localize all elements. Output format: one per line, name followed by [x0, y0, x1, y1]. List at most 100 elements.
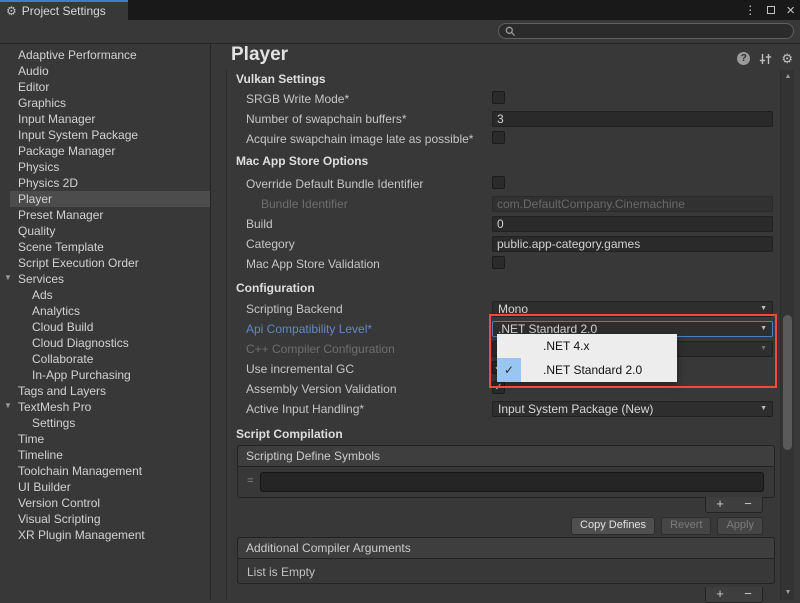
foldout-open-icon[interactable]: ▼ [4, 402, 12, 410]
assembly-version-validation-checkbox[interactable]: ✓ [492, 381, 505, 394]
section-title: Vulkan Settings [236, 72, 326, 86]
maximize-icon[interactable] [767, 6, 775, 14]
additional-compiler-arguments-list: Additional Compiler Arguments List is Em… [237, 537, 775, 584]
close-icon[interactable]: × [786, 3, 795, 18]
search-box[interactable] [498, 23, 794, 39]
field-label: Mac App Store Validation [246, 257, 380, 271]
row-bundle-identifier: Bundle Identifier com.DefaultCompany.Cin… [211, 196, 776, 213]
sidebar-item-analytics[interactable]: Analytics [0, 303, 210, 319]
sidebar-item-audio[interactable]: Audio [0, 63, 210, 79]
sidebar-item-collaborate[interactable]: Collaborate [0, 351, 210, 367]
define-symbols-list-footer: + − [705, 497, 763, 513]
compiler-arguments-list-footer: + − [705, 587, 763, 603]
window-menu-icon[interactable]: ⋮ [744, 3, 756, 17]
sidebar-item-script-execution-order[interactable]: Script Execution Order [0, 255, 210, 271]
build-field[interactable]: 0 [492, 216, 773, 232]
define-symbols-buttons: Copy Defines Revert Apply [571, 517, 763, 535]
section-title: Configuration [236, 281, 315, 295]
gear-icon[interactable]: ⚙ [781, 52, 793, 65]
field-label: Override Default Bundle Identifier [246, 177, 423, 191]
mac-app-store-validation-checkbox[interactable] [492, 256, 505, 269]
category-field[interactable]: public.app-category.games [492, 236, 773, 252]
sidebar-item-input-system-package[interactable]: Input System Package [0, 127, 210, 143]
sidebar-item-quality[interactable]: Quality [0, 223, 210, 239]
apply-button: Apply [717, 517, 763, 535]
field-label: Use incremental GC [246, 362, 354, 376]
sidebar-item-timeline[interactable]: Timeline [0, 447, 210, 463]
sidebar-item-adaptive-performance[interactable]: Adaptive Performance [0, 47, 210, 63]
swapchain-buffers-field[interactable]: 3 [492, 111, 773, 127]
sidebar-item-cloud-build[interactable]: Cloud Build [0, 319, 210, 335]
sidebar-item-physics-2d[interactable]: Physics 2D [0, 175, 210, 191]
field-label: Active Input Handling* [246, 402, 364, 416]
sidebar-item-ui-builder[interactable]: UI Builder [0, 479, 210, 495]
check-icon: ✓ [497, 358, 521, 382]
field-value: 3 [497, 112, 504, 126]
sidebar-item-label: TextMesh Pro [18, 400, 91, 414]
sidebar-item-preset-manager[interactable]: Preset Manager [0, 207, 210, 223]
row-cpp-compiler-configuration: C++ Compiler Configuration ▼ [211, 341, 776, 358]
row-api-compatibility-level: Api Compatibility Level* .NET Standard 2… [211, 321, 776, 338]
field-value: public.app-category.games [497, 237, 640, 251]
search-icon [505, 26, 516, 37]
dropdown-value: Input System Package (New) [498, 402, 653, 416]
remove-item-button[interactable]: − [734, 497, 762, 512]
vertical-scrollbar[interactable]: ▲ ▼ [780, 70, 794, 600]
sidebar-item-player-selected[interactable]: Player [10, 191, 210, 207]
help-icon[interactable]: ? [737, 52, 750, 65]
popup-option-net-standard-20[interactable]: ✓ .NET Standard 2.0 [497, 358, 677, 382]
sidebar-item-graphics[interactable]: Graphics [0, 95, 210, 111]
sidebar-item-in-app-purchasing[interactable]: In-App Purchasing [0, 367, 210, 383]
sidebar-item-ads[interactable]: Ads [0, 287, 210, 303]
chevron-down-icon: ▼ [760, 345, 767, 352]
row-active-input-handling: Active Input Handling* Input System Pack… [211, 401, 776, 418]
define-symbol-entry-field[interactable] [260, 472, 764, 492]
add-item-button[interactable]: + [706, 497, 734, 512]
sidebar-item-physics[interactable]: Physics [0, 159, 210, 175]
scroll-up-icon[interactable]: ▲ [781, 73, 795, 81]
sidebar-item-tags-and-layers[interactable]: Tags and Layers [0, 383, 210, 399]
sidebar-item-time[interactable]: Time [0, 431, 210, 447]
srgb-write-mode-checkbox[interactable] [492, 91, 505, 104]
row-override-bundle-identifier: Override Default Bundle Identifier [211, 176, 776, 193]
bundle-identifier-field: com.DefaultCompany.Cinemachine [492, 196, 773, 212]
popup-option-net-4x[interactable]: .NET 4.x [497, 334, 677, 358]
field-label: Acquire swapchain image late as possible… [246, 132, 473, 146]
toolbar [0, 20, 800, 44]
foldout-open-icon[interactable]: ▼ [4, 274, 12, 282]
sidebar-item-editor[interactable]: Editor [0, 79, 210, 95]
section-title: Mac App Store Options [236, 154, 368, 168]
drag-handle-icon[interactable]: = [247, 475, 253, 487]
search-input[interactable] [516, 24, 780, 38]
sidebar-item-textmesh-pro[interactable]: ▼ TextMesh Pro [0, 399, 210, 415]
copy-defines-button[interactable]: Copy Defines [571, 517, 655, 535]
sidebar-item-visual-scripting[interactable]: Visual Scripting [0, 511, 210, 527]
tab-title: Project Settings [22, 4, 106, 18]
sidebar-item-tmp-settings[interactable]: Settings [0, 415, 210, 431]
section-mac-app-store-options: Mac App Store Options [211, 154, 776, 171]
sidebar-item-xr-plugin-management[interactable]: XR Plugin Management [0, 527, 210, 543]
active-input-handling-dropdown[interactable]: Input System Package (New) ▼ [492, 401, 773, 417]
sidebar-item-services[interactable]: ▼ Services [0, 271, 210, 287]
sidebar-item-cloud-diagnostics[interactable]: Cloud Diagnostics [0, 335, 210, 351]
field-label: Assembly Version Validation [246, 382, 397, 396]
sidebar-item-scene-template[interactable]: Scene Template [0, 239, 210, 255]
field-label: Api Compatibility Level* [246, 322, 372, 336]
scrollbar-thumb[interactable] [783, 315, 792, 450]
list-body: = [238, 467, 774, 498]
sidebar-item-input-manager[interactable]: Input Manager [0, 111, 210, 127]
field-label: Build [246, 217, 273, 231]
sidebar-item-toolchain-management[interactable]: Toolchain Management [0, 463, 210, 479]
row-category: Category public.app-category.games [211, 236, 776, 253]
scripting-backend-dropdown[interactable]: Mono ▼ [492, 301, 773, 317]
sidebar-item-version-control[interactable]: Version Control [0, 495, 210, 511]
acquire-swapchain-late-checkbox[interactable] [492, 131, 505, 144]
override-bundle-identifier-checkbox[interactable] [492, 176, 505, 189]
sidebar-item-package-manager[interactable]: Package Manager [0, 143, 210, 159]
presets-icon[interactable] [759, 53, 772, 65]
check-cell-empty [497, 334, 521, 358]
row-assembly-version-validation: Assembly Version Validation ✓ [211, 381, 776, 398]
scroll-down-icon[interactable]: ▼ [781, 589, 795, 597]
chevron-down-icon: ▼ [760, 405, 767, 412]
tab-project-settings[interactable]: ⚙ Project Settings [0, 0, 128, 20]
